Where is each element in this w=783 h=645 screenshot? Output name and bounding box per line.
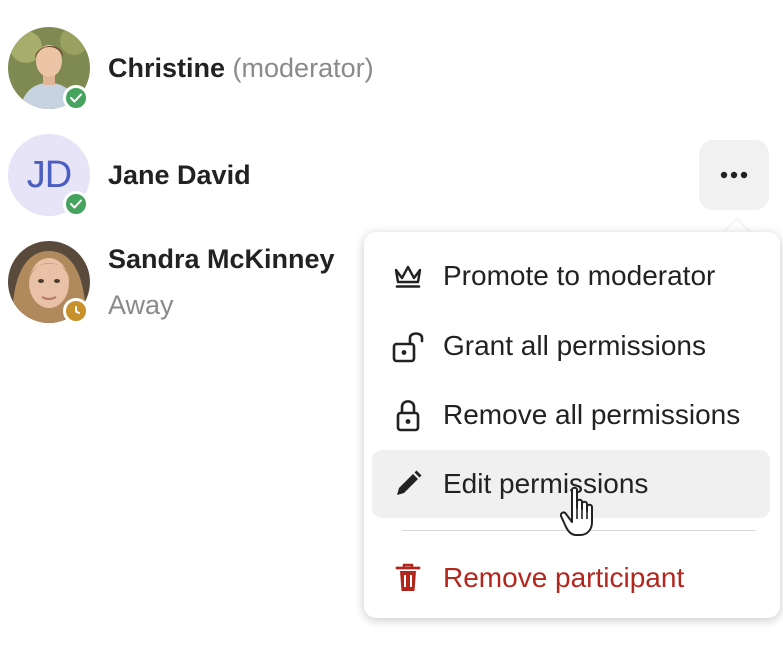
menu-item-remove-participant[interactable]: Remove participant [372,544,770,612]
participant-name: Christine (moderator) [108,53,374,83]
menu-item-label: Promote to moderator [443,260,716,291]
hand-cursor-icon [559,486,602,543]
lock-icon [390,397,426,433]
online-status-icon [63,191,89,217]
menu-item-grant-all-permissions[interactable]: Grant all permissions [372,312,770,380]
online-status-icon [63,85,89,111]
menu-item-label: Edit permissions [443,468,649,499]
pencil-icon [390,466,426,502]
participant-status-text: Away [108,290,174,320]
away-clock-icon [63,298,89,324]
avatar-initials: JD [26,153,72,196]
participant-actions-menu: Promote to moderator Grant all permissio… [364,232,780,618]
trash-icon [390,560,426,596]
lock-open-icon [390,328,426,364]
more-actions-button[interactable] [699,140,769,210]
crown-icon [390,258,426,294]
participant-role: (moderator) [232,53,374,83]
menu-item-label: Grant all permissions [443,330,706,361]
participant-name: Sandra McKinney [108,244,335,274]
menu-item-label: Remove all permissions [443,399,741,430]
menu-item-promote-to-moderator[interactable]: Promote to moderator [372,242,770,310]
menu-item-label: Remove participant [443,562,685,593]
participant-name: Jane David [108,160,251,190]
menu-item-remove-all-permissions[interactable]: Remove all permissions [372,381,770,449]
more-horizontal-icon [720,171,748,179]
